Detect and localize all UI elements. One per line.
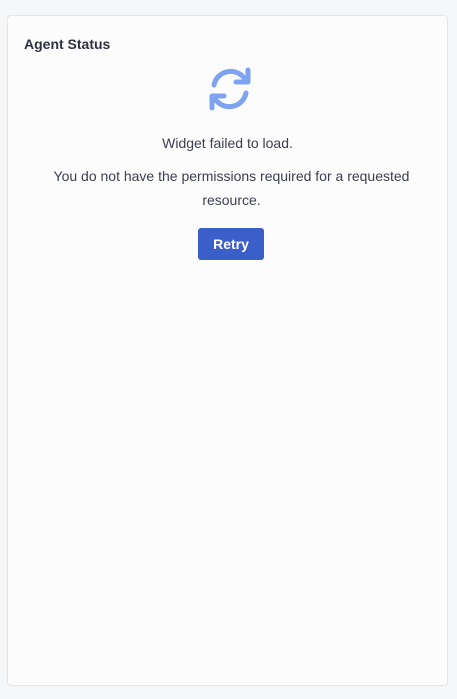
refresh-icon [204, 63, 256, 115]
agent-status-widget: Agent Status Widget failed to load. You … [7, 15, 448, 686]
error-title: Widget failed to load. [162, 135, 293, 151]
retry-button[interactable]: Retry [198, 228, 264, 260]
error-message: You do not have the permissions required… [53, 168, 410, 208]
widget-title: Agent Status [24, 36, 111, 52]
